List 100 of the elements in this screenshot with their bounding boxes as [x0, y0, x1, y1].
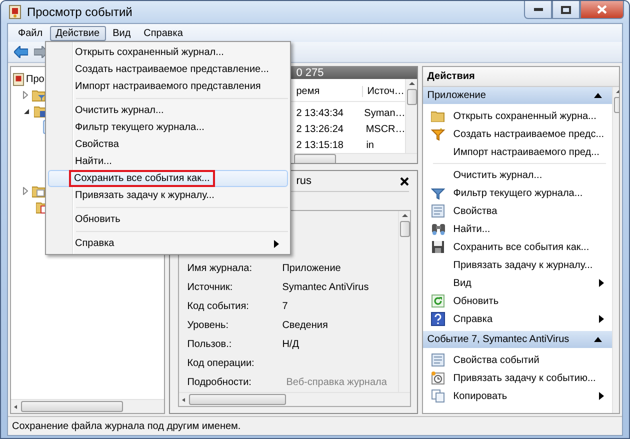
- field-value: Сведения: [282, 320, 328, 331]
- action-item[interactable]: Обновить: [423, 292, 612, 310]
- table-cell-text: in: [365, 140, 375, 150]
- menu-item[interactable]: Создать настраиваемое представление...: [48, 61, 288, 78]
- table-cell-text: 2 13:15:18: [295, 140, 344, 150]
- app-icon: [9, 5, 21, 19]
- table-cell-text: Syman…: [363, 108, 406, 118]
- event-title: rus: [296, 175, 312, 187]
- funnel-icon: [431, 128, 446, 140]
- help-icon: [431, 312, 446, 326]
- submenu-arrow-icon: [599, 279, 604, 287]
- menu-item[interactable]: Найти...: [48, 153, 288, 170]
- event-count: 0 275: [296, 67, 324, 79]
- action-item[interactable]: Открыть сохраненный журна...: [423, 107, 612, 125]
- folder-icon: [431, 110, 446, 122]
- scroll-thumb[interactable]: [21, 401, 123, 412]
- collapse-arrow-icon[interactable]: [594, 93, 602, 98]
- action-item[interactable]: Свойства событий: [423, 351, 612, 369]
- menu-item[interactable]: Фильтр текущего журнала...: [48, 119, 288, 136]
- submenu-arrow-icon: [599, 315, 604, 323]
- menu-item[interactable]: Свойства: [48, 136, 288, 153]
- help-link[interactable]: Веб-справка журнала: [282, 377, 387, 388]
- minimize-button[interactable]: [524, 1, 552, 19]
- tree-item[interactable]: Про: [26, 74, 44, 84]
- forward-arrow-icon[interactable]: [34, 46, 48, 58]
- funnel-icon: [431, 186, 446, 200]
- menu-item[interactable]: Действие: [50, 26, 106, 40]
- action-item[interactable]: Создать настраиваемое предс...: [423, 125, 612, 143]
- refresh-icon: [431, 294, 446, 308]
- collapse-arrow-icon[interactable]: [594, 337, 602, 342]
- submenu-arrow-icon: [274, 240, 279, 248]
- close-icon[interactable]: [400, 176, 410, 186]
- action-item[interactable]: Вид: [423, 274, 612, 292]
- scroll-thumb[interactable]: [189, 394, 286, 405]
- field-label: Пользов.:: [187, 339, 233, 350]
- action-item[interactable]: Справка: [423, 310, 612, 328]
- menu-item[interactable]: Привязать задачу к журналу...: [48, 187, 288, 204]
- scroll-thumb[interactable]: [294, 154, 336, 163]
- folder-icon[interactable]: [32, 184, 46, 198]
- back-arrow-icon[interactable]: [14, 46, 28, 58]
- field-label: Код операции:: [187, 358, 256, 369]
- section-title: Событие 7, Symantec AntiVirus: [427, 334, 570, 345]
- vertical-scrollbar[interactable]: [398, 211, 410, 392]
- table-cell-text: MSCR…: [364, 124, 406, 134]
- menu-item[interactable]: Справка: [138, 26, 189, 40]
- field-label: Источник:: [187, 282, 234, 293]
- menu-item[interactable]: Вид: [106, 26, 137, 40]
- column-header[interactable]: ремя: [288, 86, 362, 97]
- menu-item[interactable]: Импорт настраиваемого представления: [48, 78, 288, 95]
- action-item[interactable]: Найти...: [423, 220, 612, 238]
- horizontal-scrollbar[interactable]: [294, 153, 418, 163]
- collapsed-arrow-icon[interactable]: [23, 91, 28, 99]
- menu-item[interactable]: Справка: [48, 235, 288, 252]
- close-button[interactable]: [580, 1, 624, 19]
- binoculars-icon: [431, 222, 446, 236]
- scroll-thumb[interactable]: [400, 221, 410, 237]
- submenu-arrow-icon: [599, 392, 604, 400]
- section-header[interactable]: Приложение: [423, 87, 612, 104]
- close-icon: [597, 5, 607, 14]
- action-item[interactable]: Привязать задачу к журналу...: [423, 256, 612, 274]
- menu-item[interactable]: Сохранить все события как...: [48, 170, 288, 187]
- field-value: 7: [282, 301, 288, 312]
- field-label: Имя журнала:: [187, 263, 253, 274]
- folder-icon[interactable]: [32, 88, 46, 102]
- field-label: Подробности:: [187, 377, 252, 388]
- event-viewer-icon: [13, 72, 24, 86]
- action-item[interactable]: Сохранить все события как...: [423, 238, 612, 256]
- clock-icon: [431, 371, 446, 385]
- field-value: Н/Д: [282, 339, 299, 350]
- section-header[interactable]: Событие 7, Symantec AntiVirus: [423, 331, 612, 348]
- maximize-icon: [561, 6, 571, 14]
- field-label: Уровень:: [187, 320, 230, 331]
- table-cell-text: 2 13:43:34: [295, 108, 344, 118]
- copy-icon: [431, 389, 446, 403]
- properties-icon: [431, 204, 446, 218]
- menu-item[interactable]: Обновить: [48, 211, 288, 228]
- section-title: Приложение: [427, 90, 487, 101]
- minimize-icon: [534, 8, 542, 11]
- horizontal-scrollbar[interactable]: [179, 392, 410, 406]
- field-label: Код события:: [187, 301, 250, 312]
- action-item[interactable]: Фильтр текущего журнала...: [423, 184, 612, 202]
- action-item[interactable]: Свойства: [423, 202, 612, 220]
- menu-item[interactable]: Очистить журнал...: [48, 102, 288, 119]
- window-title: Просмотр событий: [27, 5, 134, 19]
- horizontal-scrollbar[interactable]: [11, 399, 164, 413]
- field-value: Приложение: [282, 263, 341, 274]
- action-item[interactable]: Привязать задачу к событию...: [423, 369, 612, 387]
- collapsed-arrow-icon[interactable]: [23, 187, 28, 195]
- table-cell-text: 2 13:26:24: [295, 124, 344, 134]
- action-item[interactable]: Очистить журнал...: [423, 166, 612, 184]
- properties-icon: [431, 353, 446, 367]
- menu-item[interactable]: Файл: [12, 26, 49, 40]
- field-value: Symantec AntiVirus: [282, 282, 369, 293]
- action-item[interactable]: Копировать: [423, 387, 612, 405]
- maximize-button[interactable]: [552, 1, 580, 19]
- panel-title: Действия: [427, 71, 475, 82]
- expanded-arrow-icon[interactable]: [23, 108, 30, 114]
- vertical-scrollbar[interactable]: [405, 79, 418, 153]
- action-item[interactable]: Импорт настраиваемого пред...: [423, 143, 612, 161]
- scroll-thumb[interactable]: [406, 89, 417, 105]
